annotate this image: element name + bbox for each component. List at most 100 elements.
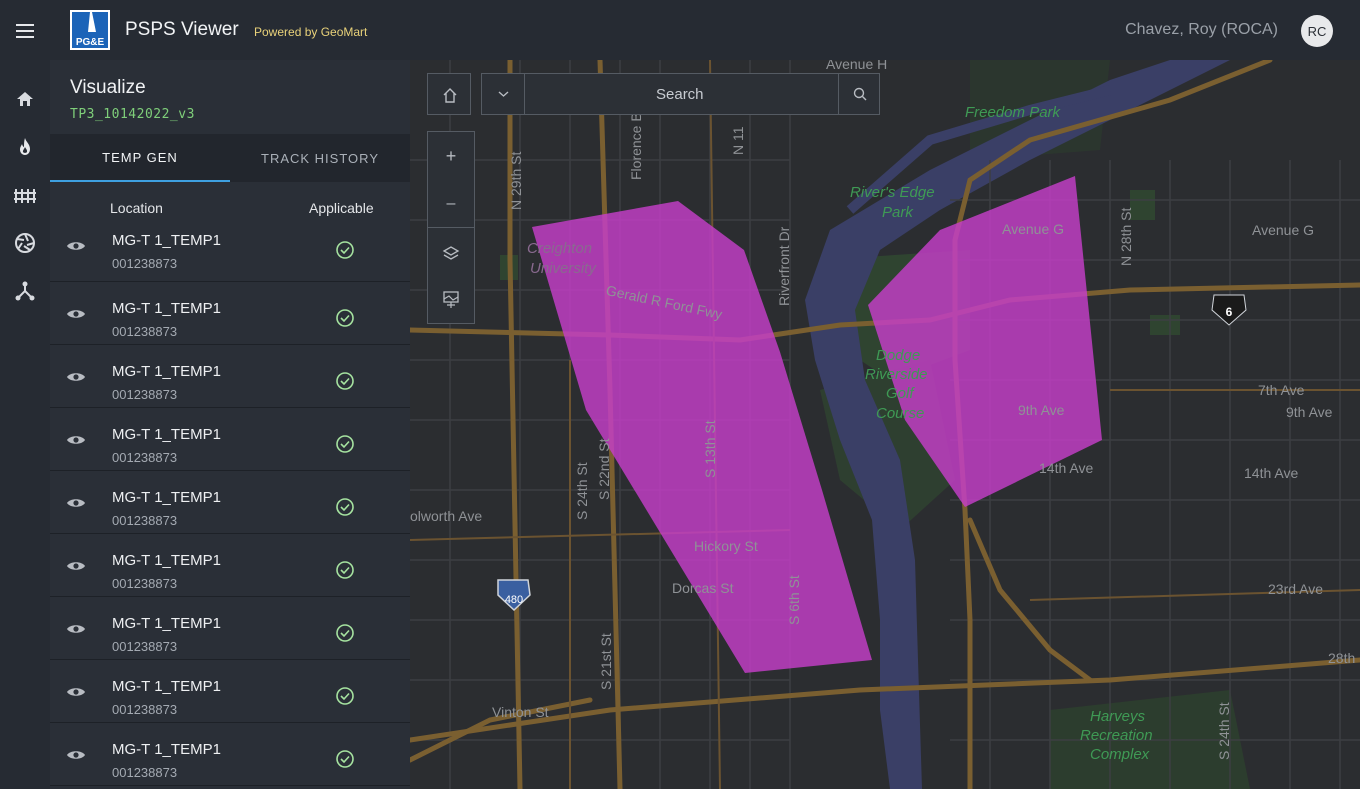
location-id: 001238873	[112, 765, 178, 780]
map-label: S 21st St	[598, 633, 614, 690]
location-name: MG-T 1_TEMP1	[112, 426, 221, 443]
check-circle-icon	[336, 750, 354, 768]
check-circle-icon	[336, 561, 354, 579]
location-id: 001238873	[112, 513, 178, 528]
check-circle-icon	[336, 498, 354, 516]
location-id: 001238873	[112, 387, 178, 402]
panel-subtitle: TP3_10142022_v3	[70, 107, 195, 122]
map-label: N 29th St	[508, 151, 524, 210]
search-input[interactable]: Search	[526, 74, 838, 114]
eye-icon[interactable]	[66, 370, 86, 384]
location-list: MG-T 1_TEMP1 001238873 MG-T 1_TEMP1 0012388…	[50, 220, 410, 786]
map-label-university: University	[530, 260, 596, 277]
list-item[interactable]: MG-T 1_TEMP1 001238873	[50, 471, 410, 534]
eye-icon[interactable]	[66, 559, 86, 573]
map-label: S 24th St	[1216, 702, 1232, 760]
map-canvas[interactable]: 480 6	[410, 60, 1360, 789]
eye-icon[interactable]	[66, 239, 86, 253]
panel-tabs: TEMP GEN TRACK HISTORY	[50, 134, 410, 182]
check-circle-icon	[336, 435, 354, 453]
panel-title: Visualize	[70, 77, 146, 98]
nav-rail	[0, 60, 50, 789]
list-item[interactable]: MG-T 1_TEMP1 001238873	[50, 345, 410, 408]
map-label-park: Freedom Park	[965, 104, 1061, 121]
menu-icon[interactable]	[14, 20, 38, 40]
location-name: MG-T 1_TEMP1	[112, 232, 221, 249]
list-item[interactable]: MG-T 1_TEMP1 001238873	[50, 282, 410, 345]
list-item[interactable]: MG-T 1_TEMP1 001238873	[50, 534, 410, 597]
layers-button[interactable]	[428, 229, 474, 277]
map-label: Riverfront Dr	[776, 226, 792, 306]
map-home-button[interactable]	[427, 73, 471, 115]
map-label-park: Complex	[1090, 746, 1150, 763]
tab-track-history[interactable]: TRACK HISTORY	[230, 134, 410, 182]
network-icon[interactable]	[13, 279, 37, 303]
location-name: MG-T 1_TEMP1	[112, 489, 221, 506]
eye-icon[interactable]	[66, 496, 86, 510]
location-name: MG-T 1_TEMP1	[112, 678, 221, 695]
map-label: Avenue H	[826, 60, 888, 72]
home-outline-icon	[443, 88, 457, 103]
eye-icon[interactable]	[66, 748, 86, 762]
zoom-out-button[interactable]: –	[428, 180, 474, 228]
map-label: Avenue G	[1002, 221, 1065, 237]
map-zoom-toolbar: + –	[427, 131, 475, 324]
user-name[interactable]: Chavez, Roy (ROCA)	[1125, 21, 1278, 39]
top-bar: PG&E PSPS Viewer Powered by GeoMart Chav…	[0, 0, 1360, 60]
search-scope-dropdown[interactable]	[482, 74, 525, 114]
location-name: MG-T 1_TEMP1	[112, 615, 221, 632]
map-label-park: Recreation	[1080, 727, 1153, 744]
map-label-park: River's Edge	[850, 184, 935, 201]
aperture-icon[interactable]	[13, 231, 37, 255]
map-label: S 24th St	[574, 462, 590, 520]
search-placeholder: Search	[656, 86, 704, 103]
check-circle-icon	[336, 241, 354, 259]
list-item[interactable]: MG-T 1_TEMP1 001238873	[50, 408, 410, 471]
list-item[interactable]: MG-T 1_TEMP1 001238873	[50, 220, 410, 282]
map-view[interactable]: 480 6 Avenue H Freedom Park N 29th St Fl…	[410, 60, 1360, 789]
eye-icon[interactable]	[66, 685, 86, 699]
map-label: 14th Ave	[1039, 460, 1094, 476]
location-id: 001238873	[112, 324, 178, 339]
list-item[interactable]: MG-T 1_TEMP1 001238873	[50, 597, 410, 660]
map-label: olworth Ave	[410, 508, 483, 524]
eye-icon[interactable]	[66, 622, 86, 636]
search-button[interactable]	[838, 74, 880, 114]
search-icon	[853, 87, 867, 101]
shield-480-label: 480	[505, 594, 523, 606]
chevron-down-icon	[498, 91, 509, 97]
column-header-applicable: Applicable	[309, 200, 374, 216]
substation-icon[interactable]	[13, 183, 37, 207]
fire-icon[interactable]	[13, 135, 37, 159]
location-name: MG-T 1_TEMP1	[112, 300, 221, 317]
check-circle-icon	[336, 687, 354, 705]
map-label: Hickory St	[694, 538, 758, 554]
map-label-university: Creighton	[527, 240, 593, 257]
map-label: S 13th St	[702, 420, 718, 478]
highway-shield-480: 480	[497, 579, 531, 612]
basemap-button[interactable]	[428, 277, 474, 323]
basemap-gallery-icon	[443, 291, 459, 308]
logo-text: PG&E	[76, 37, 105, 48]
map-label: Avenue G	[1252, 222, 1315, 238]
tab-temp-gen[interactable]: TEMP GEN	[50, 134, 230, 182]
zoom-in-button[interactable]: +	[428, 132, 474, 180]
list-item[interactable]: MG-T 1_TEMP1 001238873	[50, 660, 410, 723]
eye-icon[interactable]	[66, 307, 86, 321]
home-icon[interactable]	[13, 87, 37, 111]
map-label: N 11	[730, 126, 746, 155]
column-header-location: Location	[110, 200, 163, 216]
map-label: Dorcas St	[672, 580, 734, 596]
list-item[interactable]: MG-T 1_TEMP1 001238873	[50, 723, 410, 786]
visualize-panel: Visualize TP3_10142022_v3 TEMP GEN TRACK…	[50, 60, 410, 789]
location-id: 001238873	[112, 702, 178, 717]
powered-by: Powered by GeoMart	[254, 25, 368, 39]
location-name: MG-T 1_TEMP1	[112, 363, 221, 380]
map-label: Florence B	[628, 112, 644, 180]
avatar[interactable]: RC	[1301, 15, 1333, 47]
location-id: 001238873	[112, 576, 178, 591]
eye-icon[interactable]	[66, 433, 86, 447]
panel-header: Visualize TP3_10142022_v3	[50, 60, 410, 134]
map-label-park: Harveys	[1090, 708, 1146, 725]
map-label-park: Golf	[886, 385, 914, 402]
